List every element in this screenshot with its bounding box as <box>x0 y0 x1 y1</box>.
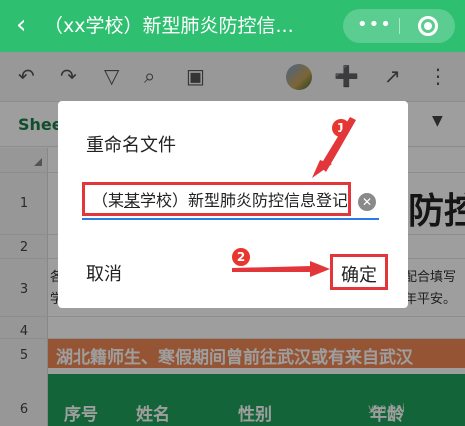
step-badge-2: 2 <box>232 248 250 266</box>
page-title: （xx学校）新型肺炎防控信... <box>44 15 294 37</box>
mini-program-capsule: ••• <box>343 9 455 43</box>
input-highlight-box: （某某学校）新型肺炎防控信息登记 <box>82 182 351 216</box>
input-text-underlined: 某 <box>124 191 141 210</box>
input-text-suffix: 学校）新型肺炎防控信息登记 <box>140 191 347 210</box>
confirm-button[interactable]: 确定 <box>341 261 377 287</box>
back-icon[interactable]: ‹ <box>16 10 26 40</box>
filename-input[interactable]: （某某学校）新型肺炎防控信息登记 <box>92 190 347 212</box>
dialog-title: 重命名文件 <box>86 135 176 156</box>
cancel-button[interactable]: 取消 <box>86 260 122 286</box>
title-bar: ‹ （xx学校）新型肺炎防控信... ••• <box>0 0 465 52</box>
more-dots-icon[interactable]: ••• <box>357 14 392 35</box>
step-badge-1: 1 <box>332 119 350 137</box>
input-underline <box>82 218 379 220</box>
capsule-divider <box>399 18 400 34</box>
target-icon[interactable] <box>418 16 438 36</box>
rename-dialog: 重命名文件 （某某学校）新型肺炎防控信息登记 ✕ 取消 确定 <box>58 101 408 308</box>
confirm-highlight-box: 确定 <box>330 254 388 290</box>
input-text-prefix: （某 <box>92 191 125 210</box>
clear-icon[interactable]: ✕ <box>358 193 376 211</box>
